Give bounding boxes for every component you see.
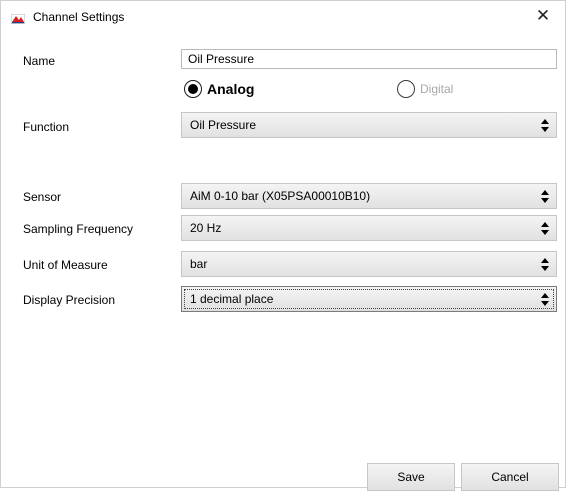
cancel-button-label: Cancel [491,470,529,484]
channel-settings-dialog: Channel Settings ✕ Name Analog Digital F… [0,0,566,491]
unit-of-measure-value: bar [190,257,208,271]
sampling-frequency-label: Sampling Frequency [23,222,134,236]
close-button[interactable]: ✕ [521,1,565,31]
radio-digital-circle [397,80,415,98]
updown-arrow-icon [541,258,549,271]
unit-of-measure-label: Unit of Measure [23,258,108,272]
radio-digital[interactable]: Digital [397,80,453,98]
name-field[interactable] [181,49,557,69]
radio-analog-circle [184,80,202,98]
updown-arrow-icon [541,190,549,203]
radio-digital-label: Digital [420,82,454,96]
updown-arrow-icon [541,222,549,235]
sampling-frequency-select[interactable]: 20 Hz [181,215,557,241]
aim-logo-icon [11,14,25,24]
sensor-value: AiM 0-10 bar (X05PSA00010B10) [190,189,371,203]
close-icon: ✕ [535,6,551,25]
updown-arrow-icon [541,293,549,306]
window-title: Channel Settings [33,10,125,24]
function-select[interactable]: Oil Pressure [181,112,557,138]
sensor-select[interactable]: AiM 0-10 bar (X05PSA00010B10) [181,183,557,209]
radio-analog-label: Analog [207,81,255,97]
title-bar: Channel Settings ✕ [1,1,565,31]
sampling-frequency-value: 20 Hz [190,221,222,235]
function-label: Function [23,120,70,134]
name-label: Name [23,54,56,68]
radio-analog[interactable]: Analog [184,80,254,98]
updown-arrow-icon [541,119,549,132]
focus-ring [184,289,554,309]
display-precision-select[interactable]: 1 decimal place [181,286,557,312]
sensor-label: Sensor [23,190,62,204]
function-value: Oil Pressure [190,118,257,132]
display-precision-label: Display Precision [23,293,116,307]
cancel-button[interactable]: Cancel [461,463,559,491]
save-button[interactable]: Save [367,463,455,491]
save-button-label: Save [397,470,425,484]
unit-of-measure-select[interactable]: bar [181,251,557,277]
